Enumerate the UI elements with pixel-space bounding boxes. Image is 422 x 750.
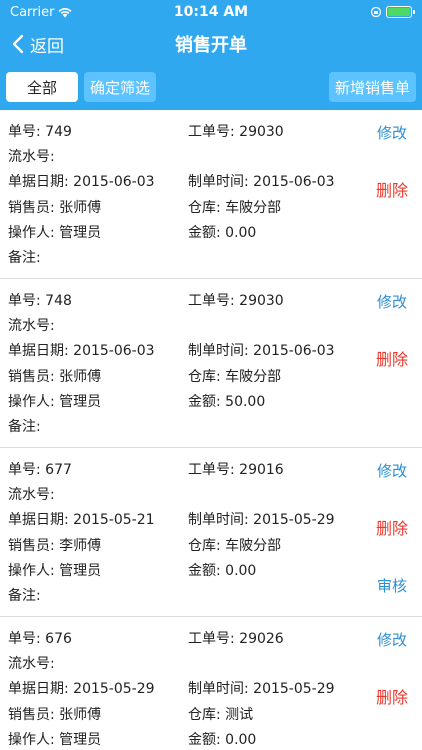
made-time: 制单时间: 2015-05-29 <box>188 681 335 698</box>
edit-button[interactable]: 修改 <box>377 122 407 143</box>
made-time: 制单时间: 2015-06-03 <box>188 174 335 191</box>
new-sales-order-button[interactable]: 新增销售单 <box>328 72 416 102</box>
card-actions: 修改 删除 <box>376 629 408 708</box>
battery-icon <box>386 6 415 18</box>
doc-date: 单据日期: 2015-05-21 <box>8 512 155 529</box>
chevron-left-icon <box>12 34 24 54</box>
sales-order-card: 单号: 749 工单号: 29030 流水号: 单据日期: 2015-06-03 制… <box>0 110 422 279</box>
amount: 金额: 0.00 <box>188 731 257 748</box>
operator: 操作人: 管理员 <box>8 224 102 241</box>
serial-no: 流水号: <box>8 148 55 165</box>
status-bar: Carrier 10:14 AM <box>0 0 422 24</box>
made-time: 制单时间: 2015-06-03 <box>188 343 335 360</box>
edit-button[interactable]: 修改 <box>377 460 407 481</box>
work-no: 工单号: 29030 <box>188 123 284 140</box>
sales-order-card: 单号: 676 工单号: 29026 流水号: 单据日期: 2015-05-29 制… <box>0 617 422 750</box>
work-no: 工单号: 29026 <box>188 630 284 647</box>
work-no: 工单号: 29030 <box>188 292 284 309</box>
back-button[interactable]: 返回 <box>12 32 64 57</box>
filter-bar: 全部 确定筛选 新增销售单 <box>0 64 422 110</box>
made-time: 制单时间: 2015-05-29 <box>188 512 335 529</box>
card-actions: 修改 删除 <box>376 122 408 201</box>
warehouse: 仓库: 测试 <box>188 706 254 723</box>
back-label: 返回 <box>30 36 64 57</box>
remark: 备注: <box>8 250 41 267</box>
edit-button[interactable]: 修改 <box>377 629 407 650</box>
audit-button[interactable]: 审核 <box>377 575 407 596</box>
sales-order-list: 单号: 749 工单号: 29030 流水号: 单据日期: 2015-06-03 制… <box>0 110 422 750</box>
operator: 操作人: 管理员 <box>8 731 102 748</box>
serial-no: 流水号: <box>8 317 55 334</box>
serial-no: 流水号: <box>8 486 55 503</box>
order-no: 单号: 677 <box>8 461 72 478</box>
salesman: 销售员: 张师傅 <box>8 199 102 216</box>
confirm-filter-button[interactable]: 确定筛选 <box>84 72 157 102</box>
card-actions: 修改 删除 审核 <box>376 460 408 596</box>
salesman: 销售员: 张师傅 <box>8 368 102 385</box>
nav-bar: 返回 销售开单 <box>0 24 422 64</box>
all-filter-button[interactable]: 全部 <box>6 72 78 102</box>
amount: 金额: 0.00 <box>188 562 257 579</box>
doc-date: 单据日期: 2015-06-03 <box>8 174 155 191</box>
warehouse: 仓库: 车陂分部 <box>188 368 282 385</box>
delete-button[interactable]: 删除 <box>376 515 408 539</box>
work-no: 工单号: 29016 <box>188 461 284 478</box>
delete-button[interactable]: 删除 <box>376 177 408 201</box>
doc-date: 单据日期: 2015-06-03 <box>8 343 155 360</box>
operator: 操作人: 管理员 <box>8 393 102 410</box>
doc-date: 单据日期: 2015-05-29 <box>8 681 155 698</box>
order-no: 单号: 748 <box>8 292 72 309</box>
warehouse: 仓库: 车陂分部 <box>188 199 282 216</box>
clock: 10:14 AM <box>173 4 249 20</box>
sales-order-card: 单号: 677 工单号: 29016 流水号: 单据日期: 2015-05-21 制… <box>0 448 422 617</box>
remark: 备注: <box>8 588 41 605</box>
edit-button[interactable]: 修改 <box>377 291 407 312</box>
order-no: 单号: 749 <box>8 123 72 140</box>
order-no: 单号: 676 <box>8 630 72 647</box>
operator: 操作人: 管理员 <box>8 562 102 579</box>
amount: 金额: 0.00 <box>188 224 257 241</box>
amount: 金额: 50.00 <box>188 393 266 410</box>
delete-button[interactable]: 删除 <box>376 684 408 708</box>
remark: 备注: <box>8 419 41 436</box>
delete-button[interactable]: 删除 <box>376 346 408 370</box>
card-actions: 修改 删除 <box>376 291 408 370</box>
sales-order-card: 单号: 748 工单号: 29030 流水号: 单据日期: 2015-06-03 制… <box>0 279 422 448</box>
salesman: 销售员: 李师傅 <box>8 537 102 554</box>
serial-no: 流水号: <box>8 655 55 672</box>
warehouse: 仓库: 车陂分部 <box>188 537 282 554</box>
salesman: 销售员: 张师傅 <box>8 706 102 723</box>
